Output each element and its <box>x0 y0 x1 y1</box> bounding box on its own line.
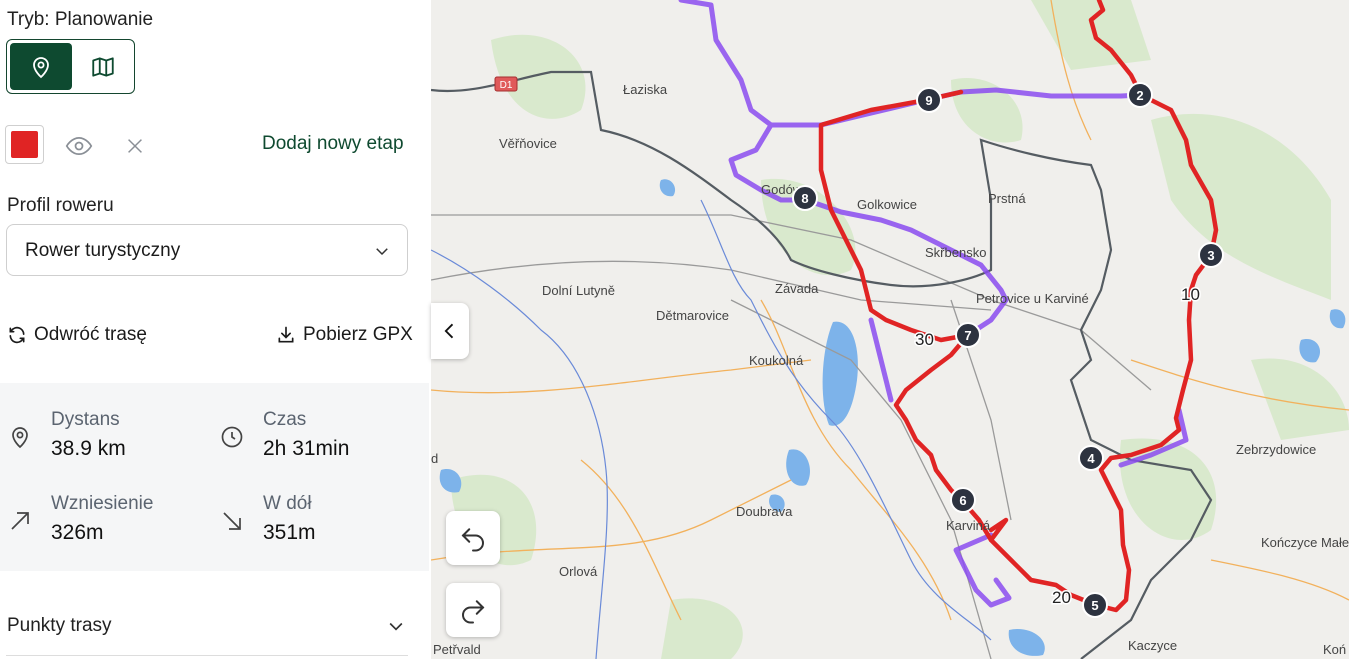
map-mode-button[interactable] <box>72 40 134 93</box>
waypoint-marker[interactable]: 7 <box>955 322 981 348</box>
place-label: Petrovice u Karviné <box>976 291 1089 306</box>
map-canvas[interactable]: D1 Łaziska Věřňovice Godów Golkowice Prs… <box>431 0 1349 659</box>
waypoint-marker[interactable]: 8 <box>792 185 818 211</box>
time-label: Czas <box>263 409 307 430</box>
ascent-value: 326m <box>51 521 104 544</box>
reverse-route-button[interactable]: Odwróć trasę <box>7 324 147 346</box>
svg-text:8: 8 <box>801 191 808 206</box>
road-badge-text: D1 <box>500 80 513 91</box>
km-marker: 10 <box>1181 285 1200 304</box>
map-base: D1 Łaziska Věřňovice Godów Golkowice Prs… <box>431 0 1349 659</box>
eye-icon <box>65 136 93 156</box>
sidebar: Tryb: Planowanie Dodaj nowy etap Profil … <box>0 0 431 659</box>
divider <box>6 655 408 656</box>
undo-button[interactable] <box>446 511 500 565</box>
reverse-route-label: Odwróć trasę <box>34 324 147 345</box>
waypoint-marker[interactable]: 2 <box>1127 82 1153 108</box>
map-pin-icon <box>12 427 28 449</box>
place-label: Skřbensko <box>925 245 986 260</box>
bike-profile-select[interactable]: Rower turystyczny <box>6 224 408 276</box>
km-marker: 30 <box>915 330 934 349</box>
collapse-sidebar-button[interactable] <box>431 303 469 359</box>
place-label: Kaczyce <box>1128 638 1177 653</box>
descent-value: 351m <box>263 521 316 544</box>
place-label: Doubrava <box>736 504 793 519</box>
mode-toggle <box>6 39 135 94</box>
place-label: Kończyce Małe <box>1261 535 1349 550</box>
visibility-toggle[interactable] <box>64 131 94 161</box>
route-points-label: Punkty trasy <box>7 615 112 636</box>
undo-icon <box>461 528 484 552</box>
chevron-down-icon <box>376 248 388 256</box>
map-icon <box>92 56 114 77</box>
road-badge: D1 <box>494 76 518 92</box>
place-label: d <box>431 451 438 466</box>
place-label: Koukolná <box>749 353 804 368</box>
svg-text:5: 5 <box>1091 598 1098 613</box>
mode-title: Tryb: Planowanie <box>7 9 154 30</box>
map-pin-icon <box>33 56 49 78</box>
place-label: Věřňovice <box>499 136 557 151</box>
redo-icon <box>462 600 485 624</box>
route-stats-panel: Dystans 38.9 km Czas 2h 31min Wzniesieni… <box>0 383 429 571</box>
add-stage-link[interactable]: Dodaj nowy etap <box>262 133 404 155</box>
chevron-left-icon <box>444 323 454 339</box>
stage-color-swatch <box>11 131 38 158</box>
svg-text:4: 4 <box>1087 451 1095 466</box>
bike-profile-label: Profil roweru <box>7 195 114 216</box>
svg-text:7: 7 <box>964 328 971 343</box>
waypoint-marker[interactable]: 4 <box>1078 445 1104 471</box>
redo-button[interactable] <box>446 583 500 637</box>
place-label: Dolní Lutyně <box>542 283 615 298</box>
place-label: Karviná <box>946 518 991 533</box>
stage-color-button[interactable] <box>5 125 44 164</box>
waypoint-marker[interactable]: 6 <box>950 487 976 513</box>
place-label: Petřvald <box>433 642 481 657</box>
close-icon <box>128 139 142 153</box>
place-label: Koń <box>1323 642 1346 657</box>
place-label: Łaziska <box>623 82 668 97</box>
place-label: Zebrzydowice <box>1236 442 1316 457</box>
download-gpx-label: Pobierz GPX <box>303 324 413 345</box>
distance-value: 38.9 km <box>51 437 126 460</box>
distance-label: Dystans <box>51 409 120 430</box>
download-icon <box>278 326 294 343</box>
chevron-down-icon[interactable] <box>386 616 406 636</box>
km-marker: 20 <box>1052 588 1071 607</box>
arrow-down-right-icon <box>223 512 241 530</box>
svg-text:3: 3 <box>1207 248 1214 263</box>
rivers <box>431 199 992 659</box>
place-label: Golkowice <box>857 197 917 212</box>
place-label: Prstná <box>988 191 1026 206</box>
download-gpx-button[interactable]: Pobierz GPX <box>276 324 413 346</box>
refresh-icon <box>9 326 25 344</box>
ascent-label: Wzniesienie <box>51 493 154 514</box>
descent-label: W dół <box>263 493 312 514</box>
clock-icon <box>221 426 243 448</box>
waypoint-marker[interactable]: 9 <box>916 87 942 113</box>
bike-profile-value: Rower turystyczny <box>25 240 181 261</box>
svg-text:6: 6 <box>959 493 966 508</box>
place-label: Závada <box>775 281 819 296</box>
planning-mode-button[interactable] <box>10 43 72 90</box>
time-value: 2h 31min <box>263 437 350 460</box>
svg-text:9: 9 <box>925 93 932 108</box>
waypoint-marker[interactable]: 3 <box>1198 242 1224 268</box>
waypoint-marker[interactable]: 5 <box>1082 592 1108 618</box>
arrow-up-right-icon <box>11 512 29 530</box>
delete-stage-button[interactable] <box>120 131 150 161</box>
place-label: Orlová <box>559 564 598 579</box>
place-label: Dětmarovice <box>656 308 729 323</box>
svg-text:2: 2 <box>1136 88 1143 103</box>
